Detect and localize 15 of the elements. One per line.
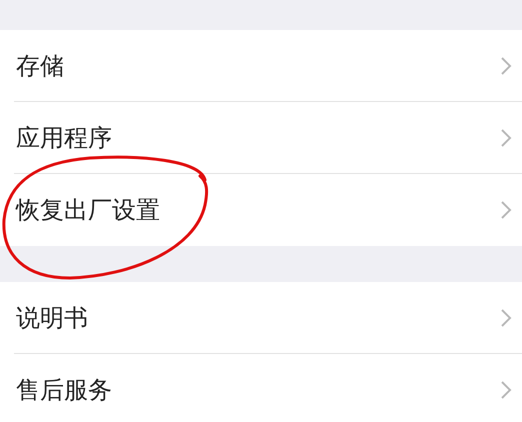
settings-row[interactable]: 说明书 [14, 282, 522, 354]
settings-row[interactable]: 恢复出厂设置 [14, 174, 522, 246]
chevron-icon [500, 200, 512, 220]
row-label: 存储 [16, 50, 64, 82]
chevron-icon [500, 380, 512, 400]
chevron-icon [500, 56, 512, 76]
chevron-icon [500, 128, 512, 148]
row-label: 售后服务 [16, 375, 112, 406]
row-label: 说明书 [16, 302, 88, 334]
chevron-icon [500, 308, 512, 328]
settings-row[interactable]: 售后服务 [14, 354, 522, 422]
settings-row[interactable]: 应用程序 [14, 102, 522, 174]
row-label: 恢复出厂设置 [16, 195, 160, 226]
settings-row[interactable]: 存储 [14, 30, 522, 102]
row-label: 应用程序 [16, 122, 112, 154]
